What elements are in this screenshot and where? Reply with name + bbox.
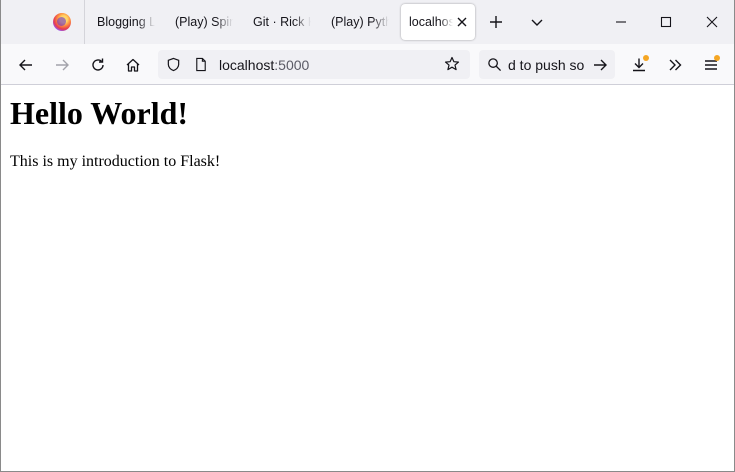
reload-button[interactable] — [85, 52, 111, 78]
plus-icon[interactable] — [487, 13, 505, 31]
tab-separator — [84, 0, 85, 44]
page-icon[interactable] — [194, 57, 208, 72]
firefox-icon[interactable] — [53, 13, 71, 31]
arrow-right-icon[interactable] — [592, 57, 608, 73]
tab-title: Git · Rick K — [253, 15, 311, 29]
tab-title: (Play) Pyth — [331, 15, 389, 29]
url-text[interactable]: localhost:5000 — [219, 57, 309, 73]
arrow-right-icon — [54, 57, 70, 73]
address-bar[interactable]: localhost:5000 — [158, 50, 470, 79]
tab-play-spir[interactable]: (Play) Spir — [175, 4, 237, 40]
arrow-left-icon — [18, 57, 34, 73]
downloads-button[interactable] — [626, 52, 652, 78]
page-paragraph: This is my introduction to Flask! — [10, 153, 221, 170]
back-button[interactable] — [13, 52, 39, 78]
home-button[interactable] — [120, 52, 146, 78]
tab-strip: Blogging L (Play) Spir Git · Rick K (Pla… — [1, 0, 734, 44]
minimize-icon[interactable] — [612, 13, 630, 31]
menu-button[interactable] — [698, 52, 724, 78]
close-icon[interactable] — [455, 15, 469, 29]
tab-blogging[interactable]: Blogging L — [97, 4, 159, 40]
navigation-toolbar: localhost:5000 d to push so — [1, 44, 734, 85]
attention-badge — [643, 55, 649, 61]
search-input[interactable]: d to push so — [508, 57, 584, 73]
chevron-down-icon[interactable] — [528, 13, 546, 31]
tab-play-pyth[interactable]: (Play) Pyth — [331, 4, 393, 40]
maximize-icon[interactable] — [657, 13, 675, 31]
page-heading: Hello World! — [10, 95, 189, 131]
forward-button[interactable] — [49, 52, 75, 78]
tab-title: Blogging L — [97, 15, 155, 29]
browser-window: Blogging L (Play) Spir Git · Rick K (Pla… — [0, 0, 735, 472]
window-close-icon[interactable] — [703, 13, 721, 31]
search-bar[interactable]: d to push so — [479, 50, 615, 79]
tab-localhost[interactable]: localhost — [401, 4, 475, 40]
tab-title: localhost — [409, 15, 453, 29]
reload-icon — [90, 57, 106, 73]
attention-badge — [714, 55, 720, 61]
tab-title: (Play) Spir — [175, 15, 233, 29]
home-icon — [125, 57, 141, 73]
overflow-button[interactable] — [662, 52, 688, 78]
url-host: localhost — [219, 57, 275, 73]
tab-git[interactable]: Git · Rick K — [253, 4, 315, 40]
star-icon[interactable] — [444, 56, 460, 72]
shield-icon[interactable] — [166, 57, 181, 72]
search-icon — [487, 57, 502, 72]
double-chevron-icon — [667, 57, 683, 73]
page-content: Hello World! This is my introduction to … — [1, 85, 734, 471]
url-port: :5000 — [274, 57, 310, 73]
